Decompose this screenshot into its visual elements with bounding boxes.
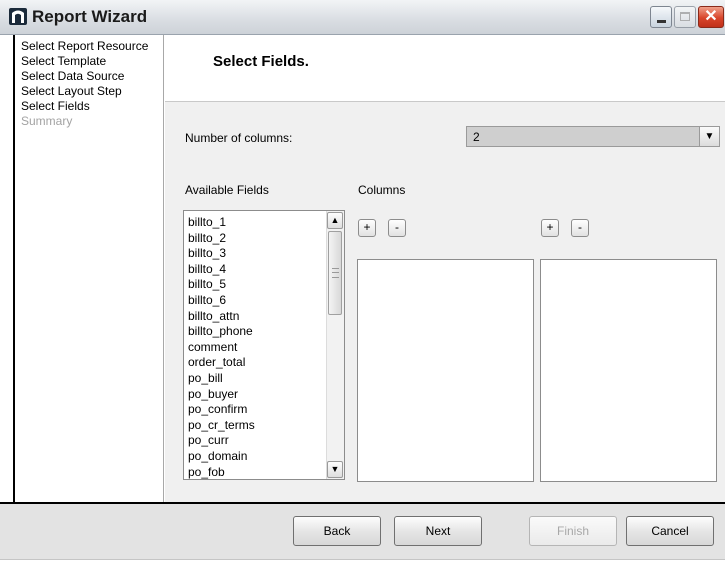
list-item[interactable]: billto_6 bbox=[188, 293, 255, 309]
page-header: Select Fields. bbox=[165, 35, 725, 102]
finish-button: Finish bbox=[529, 516, 617, 546]
wizard-steps-panel: Select Report Resource Select Template S… bbox=[13, 35, 164, 502]
list-item[interactable]: comment bbox=[188, 340, 255, 356]
back-button[interactable]: Back bbox=[293, 516, 381, 546]
column2-remove-button[interactable]: - bbox=[571, 219, 589, 237]
list-item[interactable]: billto_5 bbox=[188, 277, 255, 293]
number-of-columns-label: Number of columns: bbox=[185, 131, 293, 145]
number-of-columns-value: 2 bbox=[473, 130, 480, 144]
number-of-columns-dropdown[interactable]: 2 ▼ bbox=[466, 126, 720, 147]
column1-remove-button[interactable]: - bbox=[388, 219, 406, 237]
list-item[interactable]: billto_1 bbox=[188, 215, 255, 231]
grip-icon bbox=[332, 268, 339, 278]
close-icon: ✕ bbox=[704, 8, 718, 25]
column2-add-button[interactable]: + bbox=[541, 219, 559, 237]
list-item[interactable]: po_buyer bbox=[188, 387, 255, 403]
step-select-layout-step[interactable]: Select Layout Step bbox=[21, 84, 163, 99]
available-fields-list[interactable]: billto_1 billto_2 billto_3 billto_4 bill… bbox=[183, 210, 345, 480]
step-select-report-resource[interactable]: Select Report Resource bbox=[21, 39, 163, 54]
step-select-fields[interactable]: Select Fields bbox=[21, 99, 163, 114]
scroll-down-icon[interactable]: ▼ bbox=[327, 461, 343, 478]
maximize-button[interactable] bbox=[674, 6, 696, 28]
report-wizard-window: Report Wizard ✕ Select Report Resource S… bbox=[0, 0, 725, 565]
list-item[interactable]: po_curr bbox=[188, 433, 255, 449]
list-item[interactable]: po_fob bbox=[188, 465, 255, 480]
list-item[interactable]: po_bill bbox=[188, 371, 255, 387]
title-bar[interactable]: Report Wizard ✕ bbox=[0, 0, 725, 35]
maximize-icon bbox=[680, 12, 690, 21]
column2-field-list[interactable] bbox=[540, 259, 717, 482]
next-button[interactable]: Next bbox=[394, 516, 482, 546]
column1-add-button[interactable]: + bbox=[358, 219, 376, 237]
chevron-down-icon[interactable]: ▼ bbox=[699, 127, 719, 146]
page-title: Select Fields. bbox=[213, 53, 309, 70]
list-item[interactable]: po_cr_terms bbox=[188, 418, 255, 434]
list-item[interactable]: billto_attn bbox=[188, 309, 255, 325]
window-title: Report Wizard bbox=[32, 7, 148, 26]
list-item[interactable]: po_domain bbox=[188, 449, 255, 465]
step-select-data-source[interactable]: Select Data Source bbox=[21, 69, 163, 84]
scroll-up-icon[interactable]: ▲ bbox=[327, 212, 343, 229]
minimize-button[interactable] bbox=[650, 6, 672, 28]
available-fields-label: Available Fields bbox=[185, 183, 269, 197]
list-item[interactable]: billto_phone bbox=[188, 324, 255, 340]
list-item[interactable]: po_confirm bbox=[188, 402, 255, 418]
cancel-button[interactable]: Cancel bbox=[626, 516, 714, 546]
step-summary: Summary bbox=[21, 114, 73, 128]
minimize-icon bbox=[657, 20, 666, 23]
close-button[interactable]: ✕ bbox=[698, 6, 724, 28]
step-select-template[interactable]: Select Template bbox=[21, 54, 163, 69]
available-fields-scrollbar[interactable]: ▲ ▼ bbox=[326, 211, 344, 479]
columns-label: Columns bbox=[358, 183, 406, 197]
scrollbar-thumb[interactable] bbox=[328, 231, 342, 315]
app-logo-icon bbox=[9, 8, 27, 25]
list-item[interactable]: billto_2 bbox=[188, 231, 255, 247]
column1-field-list[interactable] bbox=[357, 259, 534, 482]
list-item[interactable]: order_total bbox=[188, 355, 255, 371]
list-item[interactable]: billto_4 bbox=[188, 262, 255, 278]
list-item[interactable]: billto_3 bbox=[188, 246, 255, 262]
